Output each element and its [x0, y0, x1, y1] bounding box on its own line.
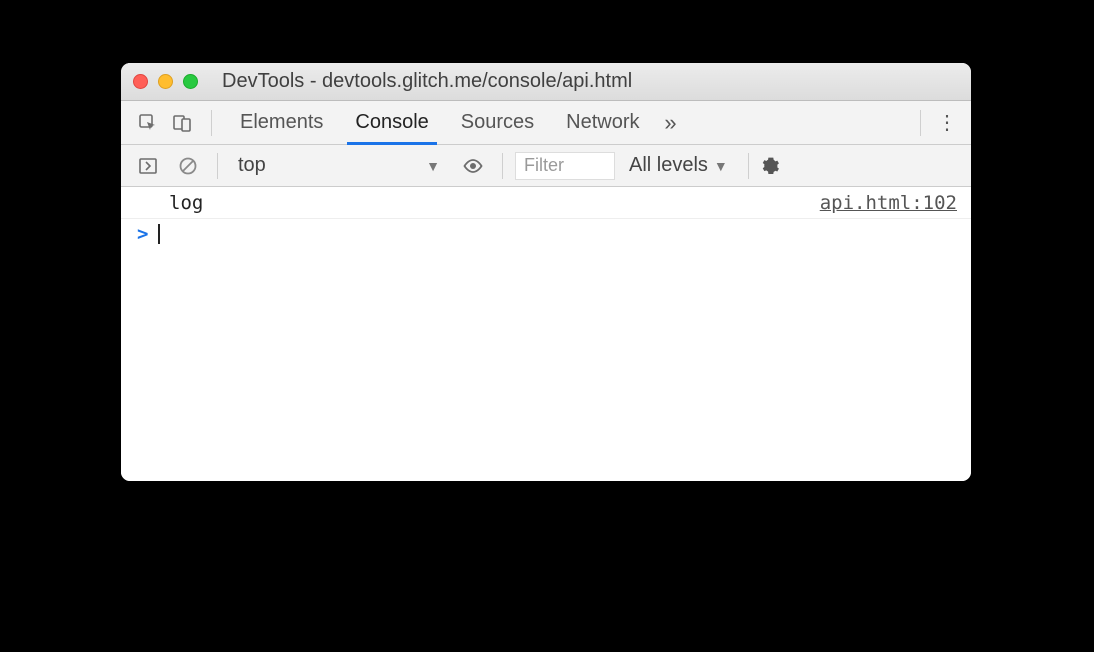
console-log-entry: log api.html:102	[121, 187, 971, 219]
levels-label: All levels	[629, 154, 708, 177]
chevron-down-icon: ▼	[426, 158, 440, 174]
titlebar: DevTools - devtools.glitch.me/console/ap…	[121, 63, 971, 101]
live-expression-icon[interactable]	[456, 152, 490, 180]
settings-menu-icon[interactable]: ⋮	[933, 110, 961, 135]
text-cursor	[158, 224, 159, 244]
tab-network[interactable]: Network	[550, 101, 655, 144]
log-levels-selector[interactable]: All levels ▼	[621, 154, 736, 177]
log-source-link[interactable]: api.html:102	[820, 192, 957, 214]
chevron-down-icon: ▼	[714, 158, 728, 174]
window-controls	[133, 74, 198, 89]
main-tabbar: Elements Console Sources Network » ⋮	[121, 101, 971, 145]
tab-elements[interactable]: Elements	[224, 101, 339, 144]
devtools-window: DevTools - devtools.glitch.me/console/ap…	[121, 63, 971, 481]
console-toolbar: top ▼ All levels ▼	[121, 145, 971, 187]
maximize-window-button[interactable]	[183, 74, 198, 89]
clear-console-icon[interactable]	[171, 152, 205, 180]
toggle-sidebar-icon[interactable]	[131, 152, 165, 180]
divider	[211, 110, 212, 136]
divider	[748, 153, 749, 179]
divider	[217, 153, 218, 179]
divider	[502, 153, 503, 179]
tab-console[interactable]: Console	[339, 101, 444, 144]
console-settings-icon[interactable]	[761, 156, 791, 176]
more-tabs-icon[interactable]: »	[656, 110, 686, 136]
window-title: DevTools - devtools.glitch.me/console/ap…	[208, 70, 959, 93]
device-toolbar-icon[interactable]	[165, 109, 199, 137]
log-message: log	[169, 192, 820, 214]
minimize-window-button[interactable]	[158, 74, 173, 89]
prompt-chevron-icon: >	[137, 223, 158, 245]
context-selector[interactable]: top ▼	[230, 151, 450, 181]
console-body: log api.html:102 >	[121, 187, 971, 481]
select-element-icon[interactable]	[131, 109, 165, 137]
console-prompt[interactable]: >	[121, 219, 971, 249]
tab-sources[interactable]: Sources	[445, 101, 550, 144]
filter-input[interactable]	[515, 152, 615, 180]
close-window-button[interactable]	[133, 74, 148, 89]
context-label: top	[238, 154, 266, 177]
divider	[920, 110, 921, 136]
